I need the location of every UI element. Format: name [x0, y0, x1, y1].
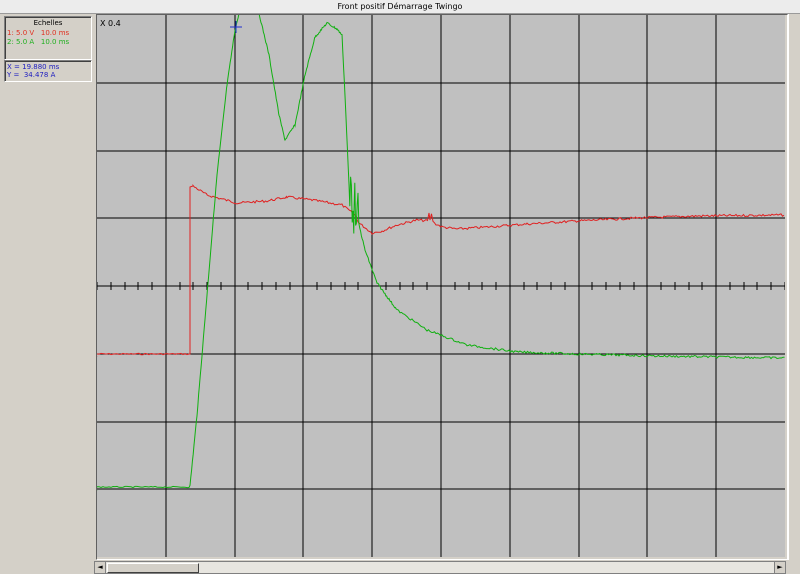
cursor-x-label: X = [7, 63, 20, 71]
scales-panel: Echelles 1: 5.0 V 10.0 ms 2: 5.0 A 10.0 … [4, 16, 92, 60]
right-arrow-icon[interactable]: ► [774, 562, 785, 573]
cursor-y-unit: A [51, 71, 56, 79]
cursor-readout: X = 19.880 ms Y = 34.478 A [4, 60, 92, 82]
cursor-y-readout: Y = 34.478 A [7, 71, 55, 79]
channel-2-volts: 5.0 A [16, 38, 34, 46]
horizontal-scrollbar[interactable]: ◄ ► [94, 561, 786, 574]
cursor-x-unit: ms [49, 63, 59, 71]
scales-title: Echelles [5, 19, 91, 27]
left-arrow-icon[interactable]: ◄ [95, 562, 106, 573]
oscilloscope-plot[interactable]: X 0.4 1 2 [97, 15, 785, 557]
vertical-scrollbar[interactable] [788, 14, 799, 560]
zoom-label: X 0.4 [100, 19, 121, 28]
scrollbar-thumb[interactable] [107, 563, 199, 573]
cursor-y-value: 34.478 [24, 71, 49, 79]
channel-2-time: 10.0 ms [41, 38, 69, 46]
channel-1-time: 10.0 ms [41, 29, 69, 37]
channel-1-volts: 5.0 V [16, 29, 34, 37]
window-title: Front positif Démarrage Twingo [0, 0, 800, 14]
left-panel: Echelles 1: 5.0 V 10.0 ms 2: 5.0 A 10.0 … [0, 14, 94, 560]
scale-channel-1: 1: 5.0 V 10.0 ms [7, 29, 69, 37]
cursor-y-label: Y = [7, 71, 19, 79]
scale-channel-2: 2: 5.0 A 10.0 ms [7, 38, 69, 46]
channel-2-index: 2: [7, 38, 14, 46]
cursor-x-value: 19.880 [22, 63, 47, 71]
channel-1-index: 1: [7, 29, 14, 37]
cursor-x-readout: X = 19.880 ms [7, 63, 59, 71]
